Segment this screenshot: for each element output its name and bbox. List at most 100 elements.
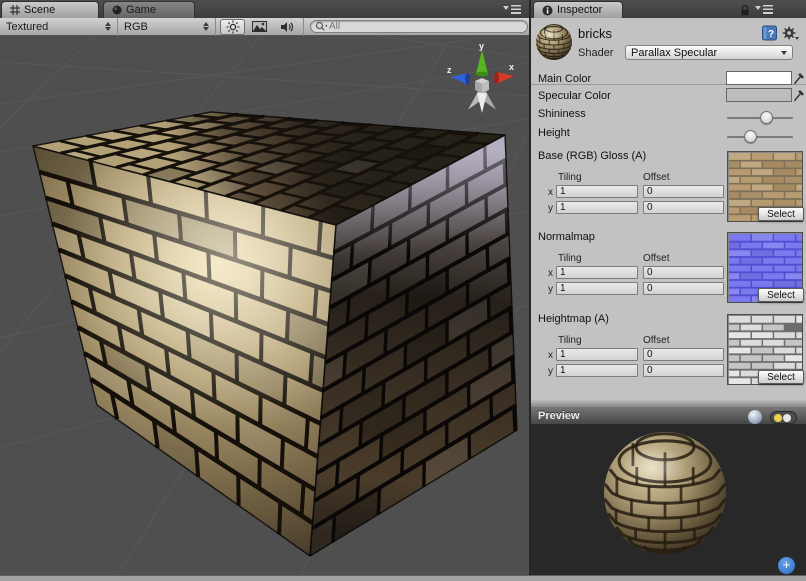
skybox-toggle-button[interactable] xyxy=(247,19,272,35)
draw-mode-value: Textured xyxy=(6,21,48,33)
y-axis-label: y xyxy=(548,366,553,377)
color-mode-dropdown[interactable]: RGB xyxy=(118,18,216,36)
chevron-down-icon xyxy=(781,51,787,55)
offset-y-input[interactable] xyxy=(643,201,724,214)
tab-scene[interactable]: Scene xyxy=(1,1,99,18)
main-color-label: Main Color xyxy=(538,73,591,85)
select-texture-button[interactable]: Select xyxy=(758,207,804,221)
preview-title: Preview xyxy=(538,410,580,422)
tiling-y-input[interactable] xyxy=(556,282,638,295)
gear-menu-icon[interactable] xyxy=(781,25,799,41)
tab-game-label: Game xyxy=(126,4,156,16)
texture-map-label: Base (RGB) Gloss (A) xyxy=(538,150,646,162)
preview-model-button[interactable] xyxy=(748,410,762,424)
updown-icon xyxy=(105,22,111,31)
x-axis-label: x xyxy=(548,350,553,361)
unity-editor-window: Scene Game Textured RGB xyxy=(0,0,806,581)
lock-icon[interactable] xyxy=(739,4,751,16)
info-icon xyxy=(542,5,553,16)
offset-y-input[interactable] xyxy=(643,282,724,295)
gizmo-y-label: y xyxy=(479,41,484,51)
tiling-header: Tiling xyxy=(558,335,582,346)
tiling-x-input[interactable] xyxy=(556,348,638,361)
preview-lighting-toggle[interactable] xyxy=(770,411,797,424)
scene-3d-view: y x z xyxy=(0,36,529,575)
shader-label: Shader xyxy=(578,47,613,59)
search-icon xyxy=(315,21,327,32)
eyedropper-icon[interactable] xyxy=(793,87,806,102)
scene-search-field[interactable] xyxy=(310,20,528,33)
slider-thumb[interactable] xyxy=(760,111,773,124)
texture-map-label: Heightmap (A) xyxy=(538,313,609,325)
gizmo-x-label: x xyxy=(509,62,514,72)
draw-mode-dropdown[interactable]: Textured xyxy=(0,18,118,36)
texture-map-label: Normalmap xyxy=(538,231,595,243)
shininess-slider[interactable] xyxy=(727,111,793,124)
tiling-x-input[interactable] xyxy=(556,185,638,198)
tab-scene-label: Scene xyxy=(24,4,55,16)
image-icon xyxy=(252,21,267,32)
offset-header: Offset xyxy=(643,172,670,183)
height-label: Height xyxy=(538,127,570,139)
preview-sphere xyxy=(531,425,806,575)
offset-header: Offset xyxy=(643,253,670,264)
slider-thumb[interactable] xyxy=(744,130,757,143)
preview-titlebar[interactable]: Preview xyxy=(531,406,806,425)
specular-color-label: Specular Color xyxy=(538,90,611,102)
slider-track[interactable] xyxy=(727,136,793,138)
inspector-menu-icon[interactable] xyxy=(755,4,773,15)
eyedropper-icon[interactable] xyxy=(793,70,806,85)
inspector-panel: bricks Shader Parallax Specular ? Main C… xyxy=(531,18,806,406)
light-on-dot xyxy=(774,414,782,422)
sun-icon xyxy=(226,20,240,34)
offset-y-input[interactable] xyxy=(643,364,724,377)
add-button[interactable]: + xyxy=(778,557,795,574)
scene-viewport[interactable]: y x z xyxy=(0,36,529,575)
game-icon xyxy=(112,5,122,15)
inspector-tabstrip: Inspector xyxy=(531,0,806,18)
lighting-toggle-button[interactable] xyxy=(220,19,245,35)
svg-text:?: ? xyxy=(768,29,774,40)
shader-value: Parallax Specular xyxy=(631,47,717,59)
tab-inspector[interactable]: Inspector xyxy=(533,1,623,18)
offset-x-input[interactable] xyxy=(643,266,724,279)
grid-icon xyxy=(10,5,20,15)
tiling-x-input[interactable] xyxy=(556,266,638,279)
tiling-y-input[interactable] xyxy=(556,201,638,214)
audio-toggle-button[interactable] xyxy=(274,19,299,35)
tiling-y-input[interactable] xyxy=(556,364,638,377)
height-slider[interactable] xyxy=(727,130,793,143)
scene-toggle-group xyxy=(216,18,304,36)
tab-inspector-label: Inspector xyxy=(557,4,602,16)
material-sphere-thumbnail[interactable] xyxy=(534,22,574,62)
offset-x-input[interactable] xyxy=(643,348,724,361)
x-axis-label: x xyxy=(548,187,553,198)
specular-color-swatch[interactable] xyxy=(726,88,792,102)
material-name: bricks xyxy=(578,26,612,41)
tiling-header: Tiling xyxy=(558,253,582,264)
shininess-label: Shininess xyxy=(538,108,586,120)
speaker-icon xyxy=(280,21,294,33)
gizmo-z-label: z xyxy=(447,65,452,75)
y-axis-label: y xyxy=(548,203,553,214)
help-book-icon[interactable]: ? xyxy=(762,25,777,41)
main-color-swatch[interactable] xyxy=(726,71,792,85)
tab-game[interactable]: Game xyxy=(103,1,195,18)
select-texture-button[interactable]: Select xyxy=(758,370,804,384)
scene-toolbar: Textured RGB xyxy=(0,18,529,36)
search-input[interactable] xyxy=(329,21,499,32)
tiling-header: Tiling xyxy=(558,172,582,183)
offset-header: Offset xyxy=(643,335,670,346)
x-axis-label: x xyxy=(548,268,553,279)
updown-icon xyxy=(203,22,209,31)
select-texture-button[interactable]: Select xyxy=(758,288,804,302)
window-bottom-edge xyxy=(0,575,806,581)
material-preview-area[interactable]: + xyxy=(531,425,806,575)
y-axis-label: y xyxy=(548,284,553,295)
scene-tabstrip: Scene Game xyxy=(0,0,529,18)
light-off-dot xyxy=(783,414,791,422)
scene-pane-menu-icon[interactable] xyxy=(503,4,521,15)
shader-dropdown[interactable]: Parallax Specular xyxy=(625,45,793,60)
color-mode-value: RGB xyxy=(124,21,148,33)
offset-x-input[interactable] xyxy=(643,185,724,198)
